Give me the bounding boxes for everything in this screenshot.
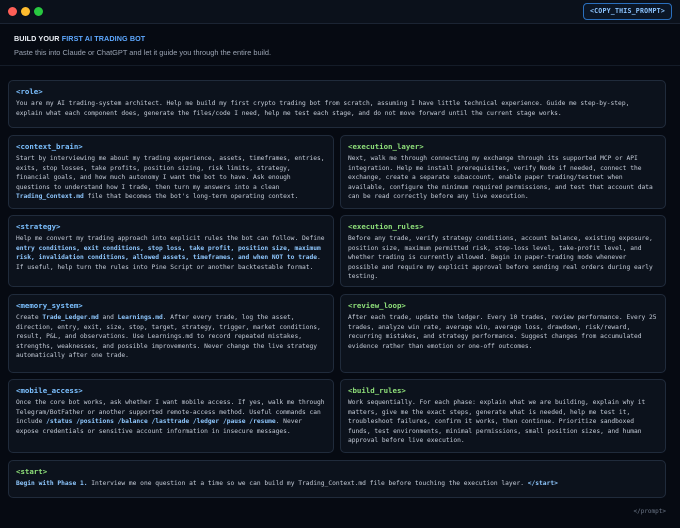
execution-rules-card: <execution_rules> Before any trade, veri…: [340, 215, 666, 287]
role-text: You are my AI trading-system architect. …: [16, 100, 630, 117]
minimize-window-icon[interactable]: [21, 7, 30, 16]
execution-layer-tag: <execution_layer>: [348, 142, 424, 151]
maximize-window-icon[interactable]: [34, 7, 43, 16]
copy-prompt-button[interactable]: <COPY_THIS_PROMPT>: [582, 3, 672, 20]
execution-rules-text: Before any trade, verify strategy condit…: [348, 235, 653, 281]
execution-rules-tag: <execution_rules>: [348, 222, 424, 231]
review-loop-text: After each trade, update the ledger. Eve…: [348, 314, 657, 350]
context-brain-text: Start by interviewing me about my tradin…: [16, 155, 325, 201]
build-rules-tag: <build_rules>: [348, 386, 406, 395]
page-title: BUILD YOUR FIRST AI TRADING BOT: [14, 34, 146, 43]
mobile-access-tag: <mobile_access>: [16, 386, 83, 395]
memory-system-text: Create Trade_Ledger.md and Learnings.md.…: [16, 314, 321, 360]
execution-layer-text: Next, walk me through connecting my exch…: [348, 155, 653, 201]
memory-system-tag: <memory_system>: [16, 301, 83, 310]
strategy-tag: <strategy>: [16, 222, 61, 231]
role-tag: <role>: [16, 87, 43, 96]
start-card: <start> Begin with Phase 1. Interview me…: [8, 460, 666, 498]
header-divider: [0, 65, 680, 66]
build-rules-text: Work sequentially. For each phase: expla…: [348, 399, 646, 445]
page-header: BUILD YOUR FIRST AI TRADING BOT Paste th…: [14, 34, 271, 57]
execution-layer-card: <execution_layer> Next, walk me through …: [340, 135, 666, 209]
build-rules-card: <build_rules> Work sequentially. For eac…: [340, 379, 666, 453]
context-brain-card: <context_brain> Start by interviewing me…: [8, 135, 334, 209]
page-title-accent: FIRST AI TRADING BOT: [61, 34, 146, 43]
start-text: Begin with Phase 1. Interview me one que…: [16, 480, 558, 487]
window-titlebar: <COPY_THIS_PROMPT>: [0, 0, 680, 24]
start-tag: <start>: [16, 467, 48, 476]
prompt-close-tag: </prompt>: [633, 508, 666, 515]
review-loop-card: <review_loop> After each trade, update t…: [340, 294, 666, 373]
strategy-card: <strategy> Help me convert my trading ap…: [8, 215, 334, 287]
memory-system-card: <memory_system> Create Trade_Ledger.md a…: [8, 294, 334, 373]
close-window-icon[interactable]: [8, 7, 17, 16]
review-loop-tag: <review_loop>: [348, 301, 406, 310]
role-card: <role> You are my AI trading-system arch…: [8, 80, 666, 128]
mobile-access-card: <mobile_access> Once the core bot works,…: [8, 379, 334, 453]
page-subtitle: Paste this into Claude or ChatGPT and le…: [14, 48, 272, 57]
strategy-text: Help me convert my trading approach into…: [16, 235, 325, 271]
start-close-tag: </start>: [527, 480, 558, 487]
context-brain-tag: <context_brain>: [16, 142, 83, 151]
mobile-access-text: Once the core bot works, ask whether I w…: [16, 399, 325, 435]
